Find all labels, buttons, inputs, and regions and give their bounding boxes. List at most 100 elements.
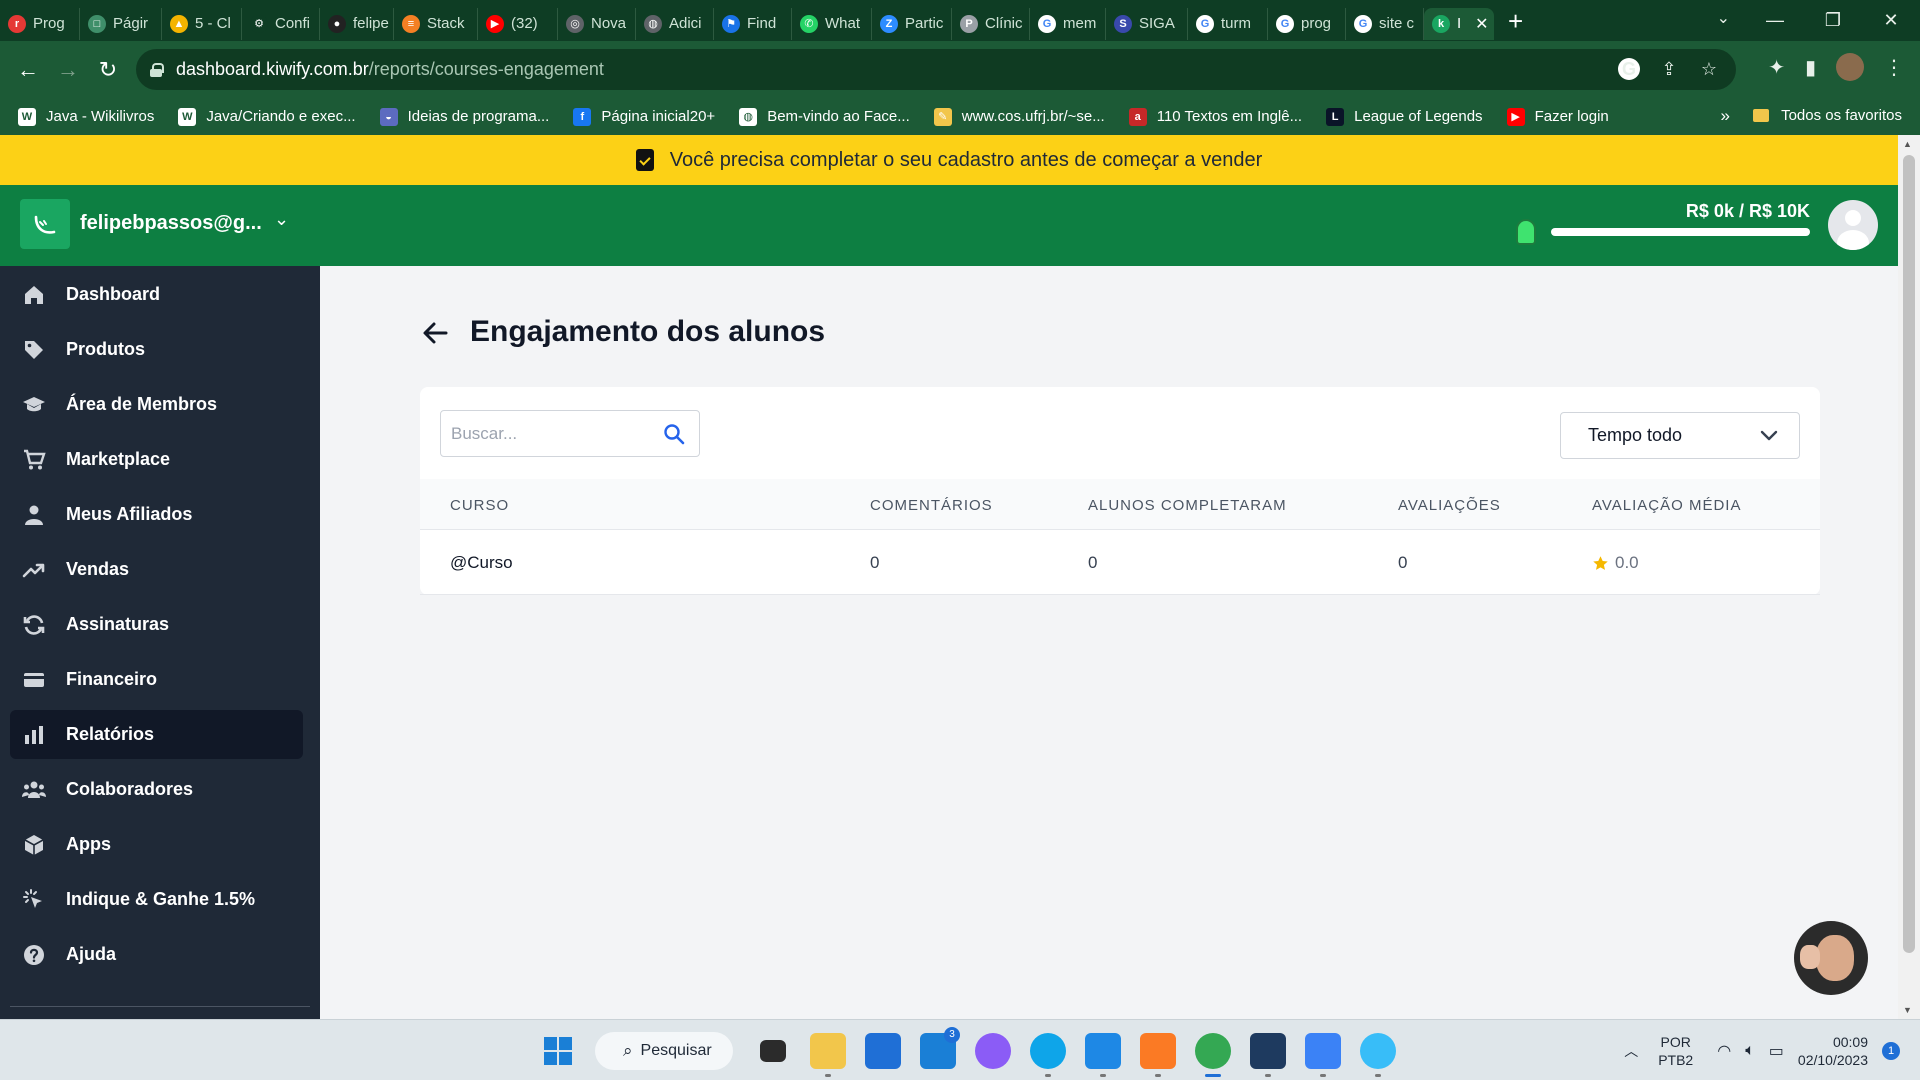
browser-tab[interactable]: r Prog (0, 7, 80, 40)
browser-tab[interactable]: ● felipe (320, 7, 394, 40)
task-view-icon[interactable] (760, 1040, 786, 1062)
browser-tab[interactable]: ✆ What (792, 7, 872, 40)
browser-profile-avatar[interactable] (1836, 53, 1864, 81)
restore-button[interactable]: ❐ (1804, 10, 1862, 31)
account-name[interactable]: felipebpassos@g... (80, 212, 262, 235)
sidebar-item-vendas[interactable]: Vendas (10, 545, 303, 594)
sidebar-item-relatorios[interactable]: Relatórios (10, 710, 303, 759)
sidebar-item-ajuda[interactable]: Ajuda (10, 930, 303, 979)
column-header-reviews[interactable]: AVALIAÇÕES (1398, 497, 1501, 514)
close-tab-icon[interactable]: ✕ (1475, 14, 1488, 34)
lock-icon[interactable] (150, 62, 164, 77)
mail-icon[interactable]: 3 (920, 1027, 960, 1069)
sidebar-item-financeiro[interactable]: Financeiro (10, 655, 303, 704)
period-select[interactable]: Tempo todo (1560, 412, 1800, 459)
vscode-icon[interactable] (1085, 1033, 1121, 1077)
tray-overflow-chevron-icon[interactable]: ︿ (1624, 1041, 1638, 1061)
sidebar-item-apps[interactable]: Apps (10, 820, 303, 869)
bookmark-star-icon[interactable]: ☆ (1698, 58, 1720, 80)
search-icon[interactable] (663, 423, 685, 445)
extensions-puzzle-icon[interactable]: ✦ (1768, 55, 1785, 80)
browser-tab[interactable]: Gmem (1030, 7, 1106, 40)
sidebar-item-area-de-membros[interactable]: Área de Membros (10, 380, 303, 429)
sidebar-item-colaboradores[interactable]: Colaboradores (10, 765, 303, 814)
bookmark-item[interactable]: ◍ Bem-vindo ao Face... (739, 107, 910, 126)
xampp-icon[interactable] (1140, 1033, 1176, 1077)
scrollbar-thumb[interactable] (1903, 155, 1915, 953)
browser-tab[interactable]: ◍ Adici (636, 7, 714, 40)
kiwify-logo[interactable] (20, 199, 70, 249)
notification-badge[interactable]: 1 (1882, 1041, 1900, 1060)
browser-tab[interactable]: ≡ Stack (394, 7, 478, 40)
taskbar-search[interactable]: ⌕ Pesquisar (595, 1032, 733, 1070)
page-scrollbar[interactable]: ▲ ▼ (1898, 135, 1920, 1019)
bookmark-item[interactable]: ◒ Ideias de programa... (379, 107, 549, 126)
google-lens-icon[interactable]: G (1618, 58, 1640, 80)
reload-icon[interactable]: ↻ (88, 57, 128, 83)
bookmark-item[interactable]: f Página inicial20+ (573, 107, 715, 126)
browser-tab[interactable]: ⚑ Find (714, 7, 792, 40)
notepad-icon[interactable] (1305, 1033, 1341, 1077)
column-header-avg-rating[interactable]: AVALIAÇÃO MÉDIA (1592, 497, 1741, 514)
sidebar-item-assinaturas[interactable]: Assinaturas (10, 600, 303, 649)
bookmark-item[interactable]: ▶ Fazer login (1506, 107, 1609, 126)
sidebar-item-marketplace[interactable]: Marketplace (10, 435, 303, 484)
column-header-comments[interactable]: COMENTÁRIOS (870, 497, 993, 514)
paint-icon[interactable] (1360, 1033, 1396, 1077)
table-row[interactable]: @Curso 0 0 0 0.0 (420, 531, 1820, 595)
column-header-completed[interactable]: ALUNOS COMPLETARAM (1088, 497, 1287, 514)
browser-tab[interactable]: □ Págir (80, 7, 162, 40)
sidebar-item-indique-ganhe-1-5[interactable]: Indique & Ganhe 1.5% (10, 875, 303, 924)
search-input[interactable] (441, 411, 641, 456)
browser-tab[interactable]: Gsite c (1346, 7, 1424, 40)
browser-tab[interactable]: ◎ Nova (558, 7, 636, 40)
bookmark-item[interactable]: W Java/Criando e exec... (178, 107, 356, 126)
support-chat-avatar[interactable] (1794, 921, 1868, 995)
browser-tab[interactable]: Z Partic (872, 7, 952, 40)
browser-tab[interactable]: k I ✕ (1424, 7, 1494, 40)
registration-banner[interactable]: Você precisa completar o seu cadastro an… (0, 135, 1898, 185)
edge-icon[interactable] (1030, 1033, 1066, 1077)
share-icon[interactable]: ⇪ (1658, 58, 1680, 80)
browser-tab[interactable]: P Clínic (952, 7, 1030, 40)
back-nav-icon[interactable]: ← (8, 57, 48, 83)
sidebar-item-produtos[interactable]: Produtos (10, 325, 303, 374)
bookmark-item[interactable]: L League of Legends (1326, 107, 1483, 126)
chrome-icon[interactable] (1195, 1033, 1231, 1077)
side-panel-icon[interactable]: ▮ (1805, 55, 1816, 80)
scroll-up-icon[interactable]: ▲ (1903, 139, 1912, 149)
bookmark-item[interactable]: ✎ www.cos.ufrj.br/~se... (933, 107, 1105, 126)
mysql-workbench-icon[interactable] (1250, 1033, 1286, 1077)
forward-nav-icon[interactable]: → (48, 57, 88, 83)
microsoft-store-icon[interactable] (865, 1033, 901, 1069)
user-avatar[interactable] (1828, 200, 1878, 250)
column-header-course[interactable]: CURSO (450, 497, 509, 514)
new-tab-button[interactable]: + (1508, 8, 1523, 34)
sidebar-item-dashboard[interactable]: Dashboard (10, 270, 303, 319)
sidebar-item-meus-afiliados[interactable]: Meus Afiliados (10, 490, 303, 539)
account-chevron-down-icon[interactable]: ⌄ (274, 209, 289, 230)
browser-tab[interactable]: Gprog (1268, 7, 1346, 40)
language-indicator[interactable]: POR PTB2 (1658, 1033, 1693, 1069)
minimize-button[interactable]: — (1746, 10, 1804, 31)
copilot-icon[interactable] (975, 1033, 1011, 1069)
browser-tab[interactable]: ⚙ Confi (242, 7, 320, 40)
browser-tab[interactable]: ▶ (32) (478, 7, 558, 40)
browser-tab[interactable]: Gturm (1188, 7, 1268, 40)
bookmark-item[interactable]: a 110 Textos em Inglê... (1128, 107, 1302, 126)
bookmarks-overflow-button[interactable]: » (1721, 106, 1730, 126)
search-field[interactable] (440, 410, 700, 457)
battery-icon[interactable]: ▭ (1769, 1041, 1784, 1061)
volume-icon[interactable]: 🔈︎ (1745, 1042, 1755, 1060)
wifi-icon[interactable]: ◠ (1717, 1041, 1731, 1061)
back-arrow-icon[interactable] (420, 318, 450, 348)
scroll-down-icon[interactable]: ▼ (1903, 1005, 1912, 1015)
address-bar[interactable]: dashboard.kiwify.com.br/reports/courses-… (136, 49, 1736, 90)
bookmark-item[interactable]: W Java - Wikilivros (18, 107, 154, 126)
browser-tab[interactable]: S SIGA (1106, 7, 1188, 40)
close-window-button[interactable]: ✕ (1862, 10, 1920, 31)
all-bookmarks-folder[interactable]: Todos os favoritos (1753, 107, 1902, 124)
windows-start-icon[interactable] (540, 1033, 576, 1069)
clock[interactable]: 00:09 02/10/2023 (1798, 1033, 1868, 1069)
course-name[interactable]: @Curso (450, 553, 513, 573)
